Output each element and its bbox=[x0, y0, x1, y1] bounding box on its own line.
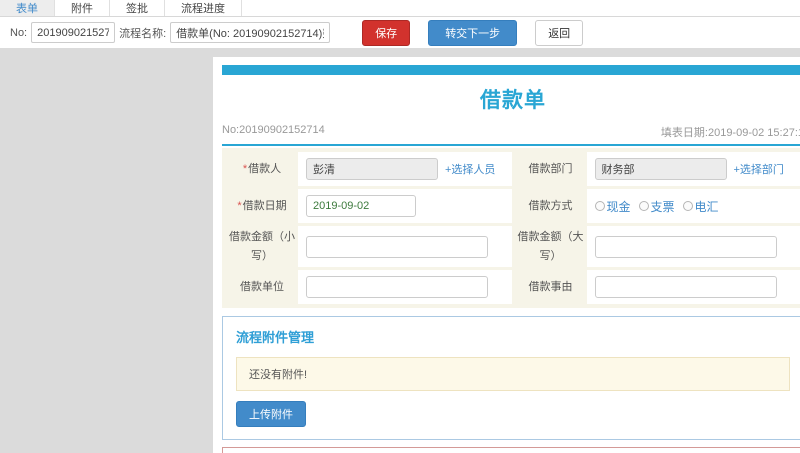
radio-cheque[interactable]: 支票 bbox=[638, 198, 675, 215]
loan-date-cell bbox=[298, 189, 512, 223]
select-department-link[interactable]: +选择部门 bbox=[734, 161, 784, 177]
loan-date-input[interactable] bbox=[306, 195, 416, 217]
tab-strip: 表单 附件 签批 流程进度 bbox=[0, 0, 800, 17]
loan-reason-label: 借款事由 bbox=[528, 281, 573, 294]
upload-attachment-button[interactable]: 上传附件 bbox=[236, 401, 306, 428]
top-bar: 表单 附件 签批 流程进度 No: 流程名称: 保存 转交下一步 返回 bbox=[0, 0, 800, 48]
no-input[interactable] bbox=[31, 22, 116, 43]
loan-method-cell: 现金 支票 电汇 bbox=[586, 189, 800, 223]
borrower-label: *借款人 bbox=[242, 162, 282, 175]
radio-cash-label: 现金 bbox=[606, 199, 631, 214]
tab-process-progress[interactable]: 流程进度 bbox=[165, 0, 242, 16]
form-date-text: 填表日期:2019-09-02 15:27:1 bbox=[660, 127, 800, 139]
borrower-input[interactable] bbox=[306, 158, 438, 180]
workspace: 借款单 No:20190902152714 填表日期:2019-09-02 15… bbox=[0, 48, 800, 453]
loan-unit-input[interactable] bbox=[306, 276, 488, 299]
loan-unit-cell bbox=[298, 270, 512, 305]
department-input[interactable] bbox=[594, 158, 727, 180]
radio-cheque-label: 支票 bbox=[650, 199, 675, 214]
select-person-link[interactable]: +选择人员 bbox=[445, 161, 495, 177]
save-button[interactable]: 保存 bbox=[362, 19, 411, 46]
radio-wire-label: 电汇 bbox=[694, 199, 719, 214]
loan-form-table: *借款人 +选择人员 借款部门 +选择部门 *借款日期 bbox=[222, 148, 800, 309]
loan-date-label: *借款日期 bbox=[237, 199, 287, 212]
form-no-text: No:20190902152714 bbox=[222, 124, 325, 136]
required-mark: * bbox=[237, 199, 242, 212]
action-toolbar: No: 流程名称: 保存 转交下一步 返回 bbox=[0, 17, 800, 48]
tab-form[interactable]: 表单 bbox=[0, 0, 55, 16]
form-meta-row: No:20190902152714 填表日期:2019-09-02 15:27:… bbox=[222, 124, 800, 140]
radio-circle-icon bbox=[638, 201, 649, 211]
form-row-2: *借款日期 借款方式 现金 支票 bbox=[226, 189, 800, 223]
form-panel: 借款单 No:20190902152714 填表日期:2019-09-02 15… bbox=[213, 57, 800, 453]
department-cell: +选择部门 bbox=[586, 152, 800, 186]
forward-next-step-button[interactable]: 转交下一步 bbox=[428, 19, 518, 46]
required-mark: * bbox=[242, 162, 248, 175]
amount-big-label: 借款金额（大写） bbox=[517, 231, 584, 262]
borrower-cell: +选择人员 bbox=[298, 152, 512, 186]
form-row-3: 借款金额（小写） 借款金额（大写） bbox=[226, 226, 800, 268]
tab-attachments[interactable]: 附件 bbox=[55, 0, 110, 16]
page-title: 借款单 bbox=[480, 89, 546, 112]
radio-circle-icon bbox=[594, 201, 605, 211]
no-attachments-alert: 还没有附件! bbox=[236, 357, 790, 392]
radio-wire[interactable]: 电汇 bbox=[682, 198, 719, 215]
process-name-label: 流程名称: bbox=[119, 27, 167, 40]
amount-small-input[interactable] bbox=[306, 235, 488, 258]
form-row-1: *借款人 +选择人员 借款部门 +选择部门 bbox=[226, 152, 800, 186]
amount-big-input[interactable] bbox=[594, 235, 777, 258]
amount-small-cell bbox=[298, 226, 512, 268]
loan-reason-cell bbox=[586, 270, 800, 305]
amount-small-label: 借款金额（小写） bbox=[229, 231, 295, 262]
panel-accent-bar bbox=[222, 65, 800, 75]
back-button[interactable]: 返回 bbox=[535, 19, 584, 46]
loan-reason-input[interactable] bbox=[594, 276, 777, 299]
attachments-section: 流程附件管理 还没有附件! 上传附件 bbox=[222, 316, 800, 441]
loan-method-label: 借款方式 bbox=[528, 199, 573, 212]
department-label: 借款部门 bbox=[528, 162, 573, 175]
approval-section: 流程签批意见 B I abc bbox=[222, 447, 800, 453]
divider bbox=[222, 144, 800, 146]
attachments-heading: 流程附件管理 bbox=[236, 330, 315, 346]
loan-unit-label: 借款单位 bbox=[240, 281, 284, 294]
tab-approval[interactable]: 签批 bbox=[110, 0, 165, 16]
form-row-4: 借款单位 借款事由 bbox=[226, 270, 800, 305]
process-name-input[interactable] bbox=[170, 22, 331, 43]
no-label: No: bbox=[10, 26, 28, 39]
radio-circle-icon bbox=[682, 201, 693, 211]
loan-method-radio-group: 现金 支票 电汇 bbox=[594, 198, 719, 215]
amount-big-cell bbox=[586, 226, 800, 268]
radio-cash[interactable]: 现金 bbox=[594, 198, 631, 215]
